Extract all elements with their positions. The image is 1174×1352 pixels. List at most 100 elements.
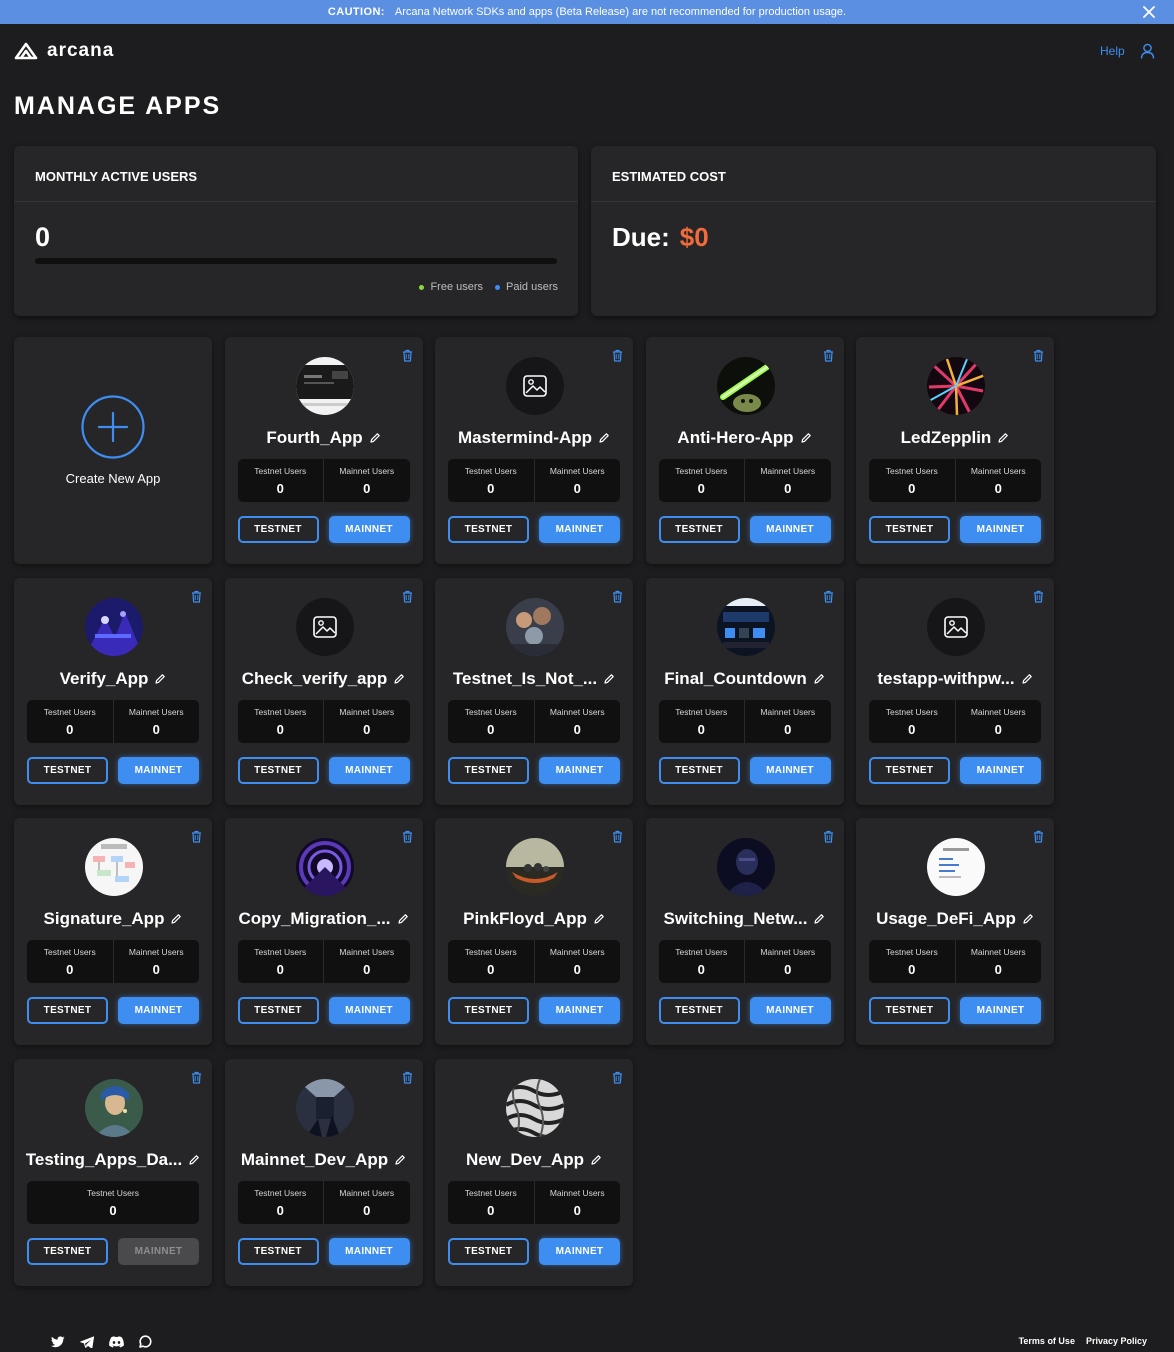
trash-icon[interactable]	[402, 830, 413, 843]
testnet-button[interactable]: TESTNET	[658, 756, 740, 784]
app-avatar	[927, 357, 985, 415]
trash-icon[interactable]	[402, 1071, 413, 1084]
testnet-users-value: 0	[66, 962, 74, 977]
page-title: MANAGE APPS	[14, 92, 222, 120]
edit-icon[interactable]	[590, 1154, 602, 1166]
create-new-app-card[interactable]: Create New App	[14, 337, 212, 564]
mainnet-button[interactable]: MAINNET	[328, 997, 410, 1024]
edit-icon[interactable]	[800, 432, 812, 444]
mainnet-button[interactable]: MAINNET	[960, 756, 1041, 784]
users-summary: Testnet Users 0 Mainnet Users 0	[27, 940, 199, 983]
mainnet-button[interactable]: MAINNET	[118, 756, 199, 784]
app-name-row: Copy_Migration_...	[231, 908, 417, 930]
mainnet-button[interactable]: MAINNET	[749, 997, 831, 1024]
app-name: Testing_Apps_Da...	[25, 1149, 183, 1169]
add-circle-icon[interactable]	[81, 395, 145, 459]
mainnet-button[interactable]: MAINNET	[749, 516, 831, 543]
mainnet-button[interactable]: MAINNET	[539, 756, 620, 784]
testnet-button[interactable]: TESTNET	[27, 997, 108, 1024]
app-logo-image	[295, 1078, 354, 1137]
arcana-logo[interactable]: arcana	[14, 40, 114, 62]
testnet-button[interactable]: TESTNET	[869, 997, 950, 1024]
trash-icon[interactable]	[1033, 830, 1044, 843]
edit-icon[interactable]	[154, 673, 166, 685]
trash-icon[interactable]	[191, 830, 202, 843]
testnet-button[interactable]: TESTNET	[237, 756, 319, 784]
trash-icon[interactable]	[823, 349, 834, 362]
mainnet-users: Mainnet Users 0	[323, 940, 410, 983]
testnet-button[interactable]: TESTNET	[237, 1237, 319, 1265]
testnet-button[interactable]: TESTNET	[448, 1237, 529, 1265]
trash-icon[interactable]	[191, 1071, 202, 1084]
edit-icon[interactable]	[397, 913, 409, 925]
trash-icon[interactable]	[823, 830, 834, 843]
mainnet-button[interactable]: MAINNET	[539, 997, 620, 1024]
edit-icon[interactable]	[1021, 673, 1033, 685]
edit-icon[interactable]	[997, 432, 1009, 444]
edit-icon[interactable]	[598, 432, 610, 444]
testnet-button[interactable]: TESTNET	[27, 756, 108, 784]
trash-icon[interactable]	[612, 349, 623, 362]
mainnet-users-label: Mainnet Users	[970, 947, 1026, 957]
mainnet-button[interactable]: MAINNET	[539, 1237, 620, 1265]
mainnet-users: Mainnet Users 0	[954, 459, 1042, 502]
edit-icon[interactable]	[369, 432, 381, 444]
edit-icon[interactable]	[393, 673, 405, 685]
trash-icon[interactable]	[191, 590, 202, 603]
testnet-button[interactable]: TESTNET	[27, 1237, 108, 1265]
app-avatar	[716, 597, 775, 656]
testnet-button[interactable]: TESTNET	[658, 516, 740, 543]
mainnet-button[interactable]: MAINNET	[960, 997, 1041, 1024]
trash-icon[interactable]	[612, 830, 623, 843]
mainnet-users: Mainnet Users 0	[744, 699, 831, 743]
testnet-users-label: Testnet Users	[87, 1187, 139, 1198]
mainnet-button[interactable]: MAINNET	[960, 516, 1041, 543]
help-link[interactable]: Help	[1100, 44, 1125, 58]
mainnet-button[interactable]: MAINNET	[118, 997, 199, 1024]
testnet-users: Testnet Users 0	[659, 459, 745, 502]
trash-icon[interactable]	[612, 590, 623, 603]
trash-icon[interactable]	[823, 590, 834, 603]
mainnet-button[interactable]: MAINNET	[328, 1237, 410, 1265]
testnet-button[interactable]: TESTNET	[237, 997, 319, 1024]
mainnet-button[interactable]: MAINNET	[539, 516, 620, 543]
telegram-icon[interactable]	[80, 1335, 94, 1348]
discord-icon[interactable]	[109, 1335, 124, 1348]
trash-icon[interactable]	[1033, 349, 1044, 362]
testnet-users-value: 0	[697, 962, 705, 977]
app-name: Verify_App	[59, 668, 149, 688]
edit-icon[interactable]	[813, 673, 825, 685]
trash-icon[interactable]	[1033, 590, 1044, 603]
edit-icon[interactable]	[188, 1154, 200, 1166]
testnet-button[interactable]: TESTNET	[448, 997, 529, 1024]
edit-icon[interactable]	[170, 913, 182, 925]
terms-of-use-link[interactable]: Terms of Use	[1019, 1336, 1075, 1346]
testnet-users: Testnet Users 0	[238, 1181, 324, 1224]
testnet-button[interactable]: TESTNET	[448, 516, 529, 543]
trash-icon[interactable]	[402, 349, 413, 362]
users-summary: Testnet Users 0 Mainnet Users 0	[658, 459, 831, 502]
mainnet-button[interactable]: MAINNET	[328, 756, 410, 784]
chat-icon[interactable]	[139, 1335, 152, 1348]
testnet-button[interactable]: TESTNET	[869, 516, 950, 543]
testnet-button[interactable]: TESTNET	[869, 756, 950, 784]
trash-icon[interactable]	[402, 590, 413, 603]
user-icon[interactable]	[1140, 43, 1155, 59]
mainnet-button[interactable]: MAINNET	[328, 516, 410, 543]
edit-icon[interactable]	[1022, 913, 1034, 925]
edit-icon[interactable]	[394, 1154, 406, 1166]
testnet-button[interactable]: TESTNET	[237, 516, 319, 543]
edit-icon[interactable]	[603, 673, 615, 685]
close-icon[interactable]	[1140, 3, 1158, 21]
edit-icon[interactable]	[593, 913, 605, 925]
twitter-icon[interactable]	[51, 1335, 65, 1348]
mainnet-users: Mainnet Users 0	[323, 459, 410, 502]
trash-icon[interactable]	[612, 1071, 623, 1084]
testnet-button[interactable]: TESTNET	[658, 997, 740, 1024]
privacy-policy-link[interactable]: Privacy Policy	[1086, 1336, 1147, 1346]
app-logo-image	[716, 838, 775, 896]
mainnet-button[interactable]: MAINNET	[749, 756, 831, 784]
edit-icon[interactable]	[813, 913, 825, 925]
testnet-button[interactable]: TESTNET	[448, 756, 529, 784]
mainnet-users-label: Mainnet Users	[970, 466, 1026, 476]
